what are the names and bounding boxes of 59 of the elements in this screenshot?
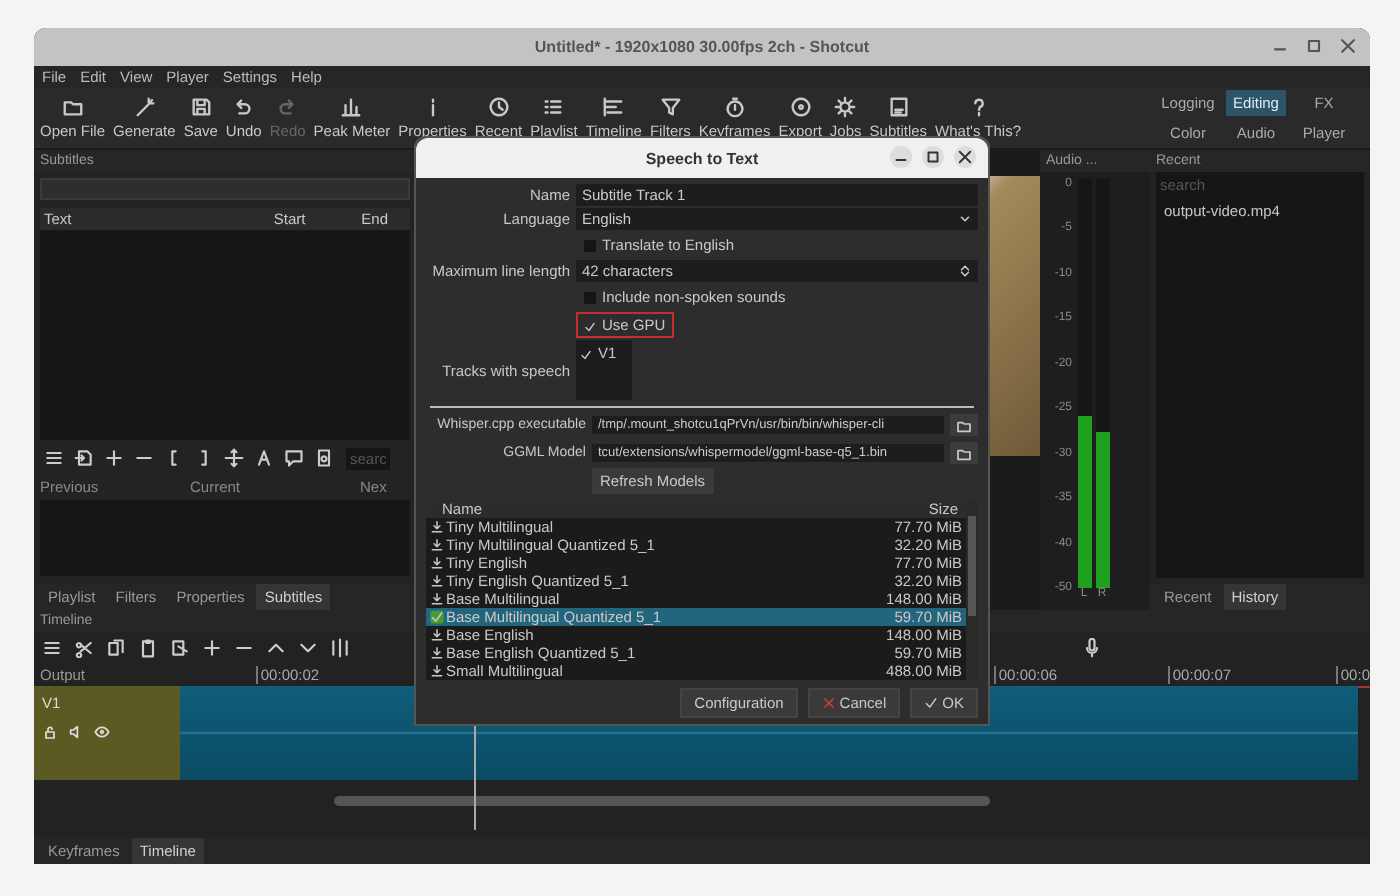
download-icon xyxy=(430,538,444,552)
browse-button[interactable] xyxy=(950,442,978,464)
browse-button[interactable] xyxy=(950,414,978,436)
checkbox[interactable] xyxy=(580,347,592,359)
download-icon xyxy=(430,646,444,660)
scrollbar-thumb[interactable] xyxy=(968,516,976,616)
maximize-icon[interactable] xyxy=(922,146,944,168)
download-icon xyxy=(430,556,444,570)
split-icon[interactable] xyxy=(330,638,350,658)
up-icon[interactable] xyxy=(266,638,286,658)
eye-icon[interactable] xyxy=(94,724,110,740)
checkbox[interactable] xyxy=(584,239,596,251)
copy-icon[interactable] xyxy=(106,638,126,658)
menu-icon[interactable] xyxy=(42,638,62,658)
window-title: Untitled* - 1920x1080 30.00fps 2ch - Shotcut xyxy=(534,38,870,56)
download-icon xyxy=(430,520,444,534)
download-icon xyxy=(430,592,444,606)
overwrite-icon[interactable] xyxy=(170,638,190,658)
menu-icon[interactable] xyxy=(44,448,64,468)
folder-icon xyxy=(61,96,84,118)
close-icon[interactable] xyxy=(954,146,976,168)
scrollbar-thumb[interactable] xyxy=(334,795,990,805)
timeline-icon xyxy=(602,96,625,118)
list-icon xyxy=(542,96,565,118)
check-icon xyxy=(430,610,444,624)
speaker-icon[interactable] xyxy=(314,448,334,468)
down-icon[interactable] xyxy=(298,638,318,658)
download-icon xyxy=(430,628,444,642)
caret-icon xyxy=(958,212,972,226)
import-icon[interactable] xyxy=(74,448,94,468)
wand-icon xyxy=(133,96,156,118)
redo-icon xyxy=(276,96,299,118)
text-icon[interactable] xyxy=(254,448,274,468)
move-icon[interactable] xyxy=(224,448,244,468)
checkbox[interactable] xyxy=(584,319,596,331)
check-icon xyxy=(924,696,939,710)
minimize-icon[interactable] xyxy=(890,146,912,168)
clock-icon xyxy=(487,96,510,118)
filter-icon xyxy=(659,96,682,118)
subtitles-icon xyxy=(887,96,910,118)
speaker-icon[interactable] xyxy=(68,724,84,740)
add-icon[interactable] xyxy=(202,638,222,658)
paste-icon[interactable] xyxy=(138,638,158,658)
lock-icon[interactable] xyxy=(42,724,58,740)
undo-icon xyxy=(232,96,255,118)
settings-icon xyxy=(834,96,857,118)
scissors-icon[interactable] xyxy=(74,638,94,658)
save-icon xyxy=(189,96,212,118)
download-icon xyxy=(430,574,444,588)
meter-icon xyxy=(340,96,363,118)
add-icon[interactable] xyxy=(104,448,124,468)
cross-icon xyxy=(821,696,836,710)
microphone-icon[interactable] xyxy=(1082,638,1102,658)
spin-arrows-icon xyxy=(958,264,972,278)
dialog-title: Speech to Text xyxy=(645,149,759,167)
stopwatch-icon xyxy=(723,96,746,118)
speech-bubble-icon[interactable] xyxy=(284,448,304,468)
checkbox[interactable] xyxy=(584,291,596,303)
download-icon xyxy=(430,664,444,678)
